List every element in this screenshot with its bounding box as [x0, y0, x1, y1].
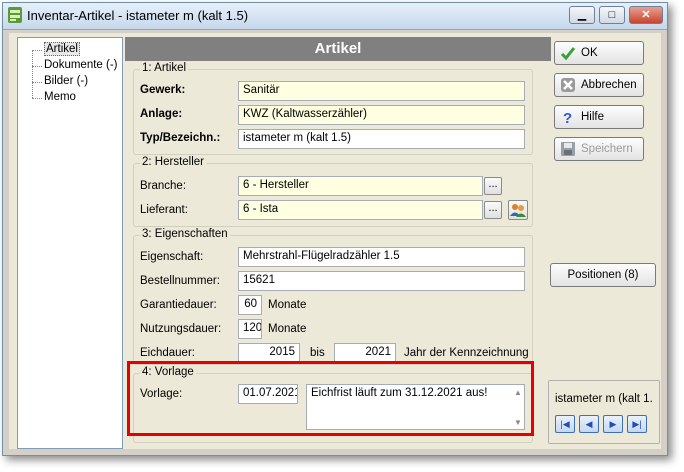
- group-artikel-title: 1: Artikel: [140, 62, 189, 74]
- contacts-button[interactable]: [508, 200, 528, 220]
- eichdauer-bis-label: bis: [310, 347, 325, 359]
- tree-connector: [32, 50, 42, 51]
- record-navigator: istameter m (kalt 1. |◀ ◀ ▶ ▶|: [548, 380, 660, 444]
- people-icon: [510, 204, 526, 217]
- checkmark-icon: [560, 47, 576, 61]
- ok-button[interactable]: OK: [554, 41, 644, 65]
- anlage-label: Anlage:: [140, 108, 183, 120]
- svg-text:?: ?: [563, 110, 572, 125]
- tree-item-memo[interactable]: Memo: [44, 91, 76, 103]
- tree-item-artikel[interactable]: Artikel: [44, 42, 80, 56]
- app-icon: [8, 7, 22, 23]
- panel-title: Artikel: [125, 37, 551, 61]
- command-panel: OK Abbrechen ? Hilfe Speichern Positione…: [544, 34, 662, 446]
- vorlage-highlight-box: [127, 361, 534, 436]
- hilfe-button[interactable]: ? Hilfe: [554, 105, 644, 129]
- hilfe-label: Hilfe: [581, 111, 605, 123]
- garantiedauer-unit: Monate: [268, 299, 307, 311]
- title-bar[interactable]: Inventar-Artikel - istameter m (kalt 1.5…: [3, 3, 667, 30]
- ok-label: OK: [581, 47, 598, 59]
- group-artikel: 1: Artikel Gewerk: Sanitär Anlage: KWZ (…: [133, 62, 533, 155]
- positionen-button[interactable]: Positionen (8): [550, 263, 656, 287]
- group-hersteller: 2: Hersteller Branche: 6 - Hersteller ..…: [133, 156, 533, 227]
- group-eigenschaften: 3: Eigenschaften Eigenschaft: Mehrstrahl…: [133, 228, 533, 365]
- next-record-button[interactable]: ▶: [603, 415, 623, 433]
- eigenschaft-field[interactable]: Mehrstrahl-Flügelradzähler 1.5: [238, 247, 525, 267]
- tree-connector: [32, 50, 33, 98]
- anlage-field[interactable]: KWZ (Kaltwasserzähler): [238, 105, 525, 125]
- tree-connector: [32, 66, 42, 67]
- group-hersteller-title: 2: Hersteller: [140, 156, 206, 168]
- gewerk-field[interactable]: Sanitär: [238, 81, 525, 101]
- cancel-x-icon: [561, 78, 575, 92]
- bestellnummer-field[interactable]: 15621: [238, 271, 525, 291]
- help-icon: ?: [563, 110, 572, 125]
- abbrechen-label: Abbrechen: [581, 79, 637, 91]
- navigation-tree: Artikel Dokumente (-) Bilder (-) Memo: [17, 37, 123, 449]
- branche-label: Branche:: [140, 180, 187, 192]
- eichdauer-label: Eichdauer:: [140, 347, 195, 359]
- lieferant-browse-button[interactable]: ...: [484, 201, 502, 219]
- nutzungsdauer-unit: Monate: [268, 323, 307, 335]
- tree-item-bilder[interactable]: Bilder (-): [44, 75, 88, 87]
- abbrechen-button[interactable]: Abbrechen: [554, 73, 644, 97]
- close-button[interactable]: ✕: [629, 6, 663, 24]
- lieferant-field[interactable]: 6 - Ista: [238, 200, 483, 220]
- speichern-label: Speichern: [581, 143, 633, 155]
- last-record-button[interactable]: ▶|: [627, 415, 647, 433]
- branche-field[interactable]: 6 - Hersteller: [238, 176, 483, 196]
- garantiedauer-field[interactable]: 60: [238, 295, 262, 315]
- garantiedauer-label: Garantiedauer:: [140, 299, 217, 311]
- speichern-button[interactable]: Speichern: [554, 137, 644, 161]
- navigator-label: istameter m (kalt 1.: [555, 393, 653, 405]
- typ-label: Typ/Bezeichn.:: [140, 132, 221, 144]
- eichdauer-to-field[interactable]: 2021: [334, 343, 396, 363]
- tree-connector: [32, 82, 42, 83]
- maximize-button[interactable]: □: [599, 6, 625, 24]
- save-disk-icon: [561, 142, 575, 156]
- bestellnummer-label: Bestellnummer:: [140, 275, 220, 287]
- group-eigenschaften-title: 3: Eigenschaften: [140, 228, 230, 240]
- lieferant-label: Lieferant:: [140, 204, 188, 216]
- tree-item-dokumente[interactable]: Dokumente (-): [44, 59, 118, 71]
- window-title: Inventar-Artikel - istameter m (kalt 1.5…: [27, 8, 249, 23]
- first-record-button[interactable]: |◀: [555, 415, 575, 433]
- eichdauer-suffix: Jahr der Kennzeichnung: [404, 347, 529, 359]
- eichdauer-from-field[interactable]: 2015: [238, 343, 300, 363]
- typ-field[interactable]: istameter m (kalt 1.5): [238, 129, 525, 149]
- minimize-button[interactable]: ▁: [569, 6, 595, 24]
- prev-record-button[interactable]: ◀: [579, 415, 599, 433]
- nutzungsdauer-label: Nutzungsdauer:: [140, 323, 222, 335]
- gewerk-label: Gewerk:: [140, 84, 186, 96]
- branche-browse-button[interactable]: ...: [484, 177, 502, 195]
- nutzungsdauer-field[interactable]: 120: [238, 319, 262, 339]
- eigenschaft-label: Eigenschaft:: [140, 251, 204, 263]
- tree-connector: [32, 98, 42, 99]
